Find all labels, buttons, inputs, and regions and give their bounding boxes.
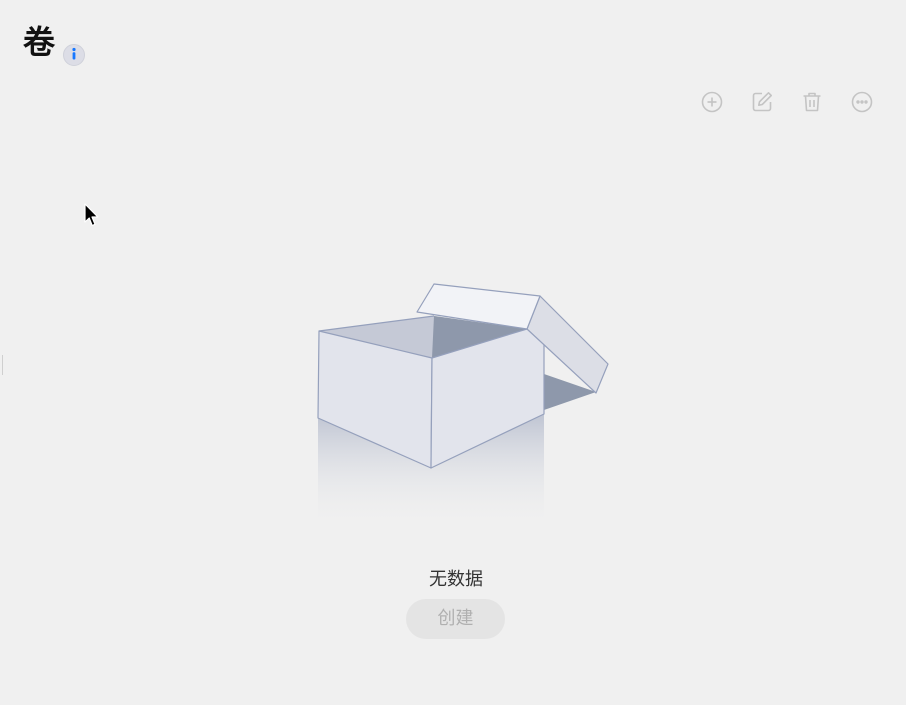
- edit-icon: [750, 90, 774, 114]
- info-button[interactable]: [63, 44, 85, 66]
- delete-icon: [800, 90, 824, 114]
- page-title: 卷: [23, 23, 56, 61]
- empty-box-illustration: [300, 275, 620, 539]
- create-button[interactable]: 创建: [406, 599, 505, 639]
- edit-button[interactable]: [750, 90, 774, 114]
- more-button[interactable]: [850, 90, 874, 114]
- add-circle-icon: [700, 90, 724, 114]
- left-edge-divider: [2, 355, 3, 375]
- info-icon: [68, 46, 80, 65]
- delete-button[interactable]: [800, 90, 824, 114]
- add-button[interactable]: [700, 90, 724, 114]
- mouse-cursor-icon: [84, 203, 100, 233]
- toolbar: [700, 90, 874, 114]
- empty-state-message: 无数据: [429, 569, 483, 590]
- volumes-page: 卷 无数据 创建: [0, 0, 906, 705]
- more-icon: [850, 90, 874, 114]
